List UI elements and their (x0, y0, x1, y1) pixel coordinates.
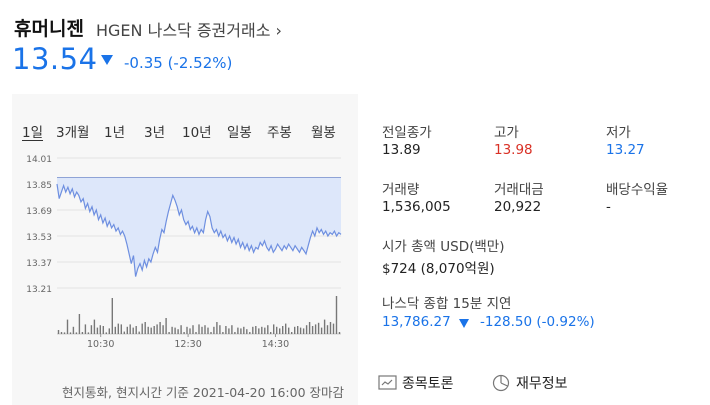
discussion-label: 종목토론 (402, 376, 454, 392)
financials-button[interactable]: 재무정보 (492, 373, 568, 393)
stat-value-high: 13.98 (494, 142, 533, 158)
chart-bubble-icon (378, 375, 397, 390)
stat-value-volume: 1,536,005 (382, 199, 451, 215)
discussion-button[interactable]: 종목토론 (378, 373, 454, 393)
y-tick-label: 13.37 (26, 259, 52, 269)
index-label: 나스닥 종합 15분 지연 (382, 296, 512, 312)
y-tick-label: 13.85 (26, 181, 52, 191)
stat-value-dividend-yield: - (606, 199, 611, 215)
x-tick-label: 12:30 (174, 339, 201, 350)
index-change: -128.50 (-0.92%) (480, 314, 595, 330)
stat-label-low: 저가 (606, 125, 631, 141)
stat-label-volume: 거래량 (382, 182, 420, 198)
footer-note: 현지통화, 현지시간 기준 2021-04-20 16:00 장마감 (62, 385, 345, 400)
y-tick-label: 14.01 (26, 155, 52, 165)
stat-label-market-cap: 시가 총액 USD(백만) (382, 239, 505, 255)
y-axis-ticks: 14.01 13.85 13.69 13.53 13.37 13.21 (26, 155, 52, 295)
y-tick-label: 13.53 (26, 233, 52, 243)
intraday-price-chart: 14.01 13.85 13.69 13.53 13.37 13.21 10:30 12:3… (26, 155, 342, 350)
pie-chart-icon (492, 374, 510, 392)
down-triangle-icon (459, 319, 469, 328)
stat-value-low: 13.27 (606, 142, 645, 158)
y-tick-label: 13.69 (26, 207, 52, 217)
stat-value-market-cap: $724 (8,070억원) (382, 261, 495, 277)
stat-label-dividend-yield: 배당수익율 (606, 182, 669, 198)
x-axis-ticks: 10:30 12:30 14:30 (87, 334, 289, 350)
index-value: 13,786.27 (382, 314, 451, 330)
y-tick-label: 13.21 (26, 285, 52, 295)
stat-label-high: 고가 (494, 125, 519, 141)
x-tick-label: 10:30 (87, 339, 114, 350)
financials-label: 재무정보 (516, 376, 568, 392)
volume-bars (57, 296, 341, 335)
stat-value-prev-close: 13.89 (382, 142, 421, 158)
stat-label-prev-close: 전일종가 (382, 125, 432, 141)
x-tick-label: 14:30 (262, 339, 289, 350)
stat-value-trading-value: 20,922 (494, 199, 542, 215)
stat-label-trading-value: 거래대금 (494, 182, 544, 198)
